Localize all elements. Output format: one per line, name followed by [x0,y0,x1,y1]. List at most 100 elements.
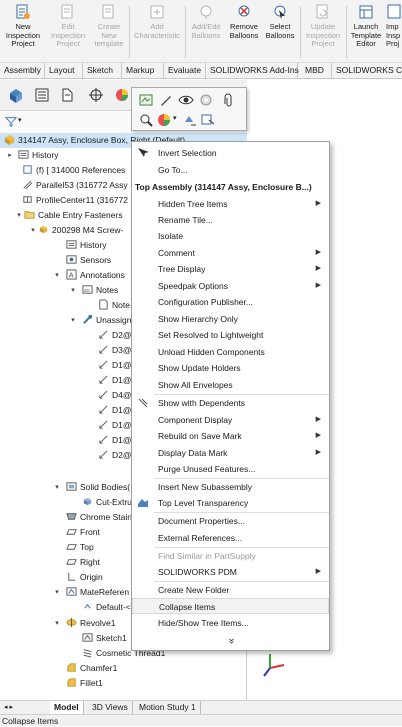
zoom-to-selection-icon[interactable] [138,112,154,128]
tree-item[interactable]: Cut-Extru [82,495,132,510]
menu-item-invert-selection[interactable]: Invert Selection [132,145,329,161]
tree-item[interactable]: D1@ [98,373,132,388]
menu-item-comment[interactable]: Comment ▶ [132,245,329,261]
menu-item-tree-display[interactable]: Tree Display ▶ [132,261,329,277]
expand-toggle[interactable]: ▾ [52,480,62,495]
show-hide-icon[interactable] [178,92,194,108]
menu-item-purge-unused-features[interactable]: Purge Unused Features... [132,461,329,477]
tree-item[interactable]: Chrome Stain [66,510,132,525]
tab-assembly[interactable]: Assembly [0,63,45,78]
expand-toggle[interactable]: ▾ [52,585,62,600]
menu-item-show-all-envelopes[interactable]: Show All Envelopes [132,377,329,393]
tab-sketch[interactable]: Sketch [83,63,122,78]
expand-toggle[interactable]: ▾ [52,268,62,283]
tree-item[interactable]: History [66,238,106,253]
menu-item-isolate[interactable]: Isolate [132,228,329,244]
tree-item[interactable]: 200298 M4 Screw- [38,223,123,238]
menu-item-create-new-folder[interactable]: Create New Folder [132,582,329,598]
menu-item-go-to[interactable]: Go To... [132,162,329,178]
menu-item-rebuild-on-save-mark[interactable]: Rebuild on Save Mark ▶ [132,428,329,444]
tree-item[interactable]: (f) [ 314000 References [22,163,125,178]
edit-inspection-project-button[interactable]: Edit Inspection Project [46,0,90,62]
tree-item[interactable]: Default-< [82,600,131,615]
filter-dropdown-icon[interactable]: ▾ [18,116,22,124]
tree-item[interactable]: 2D Notes [82,283,118,298]
configuration-manager-tab-icon[interactable] [58,85,78,105]
tree-item[interactable]: Solid Bodies( [66,480,130,495]
display-manager-tab-icon[interactable] [112,85,132,105]
tree-item[interactable]: D1@ [98,358,132,373]
remove-balloons-button[interactable]: Remove Balloons [226,0,262,62]
change-transparency-icon[interactable] [198,92,214,108]
tree-item[interactable]: Cable Entry Fasteners [24,208,123,223]
tab-scroll-arrows-icon[interactable]: ◂ ▸ [4,701,13,714]
menu-item-component-display[interactable]: Component Display ▶ [132,412,329,428]
menu-item-hidden-tree-items[interactable]: Hidden Tree Items ▶ [132,196,329,212]
appearance-icon[interactable] [156,112,172,128]
attachment-icon[interactable] [220,92,236,108]
menu-item-show-with-dependents[interactable]: Show with Dependents [132,395,329,411]
tab-motion-study[interactable]: Motion Study 1 [135,701,201,714]
add-characteristic-button[interactable]: Add Characteristic [130,0,184,62]
tab-model[interactable]: Model [50,701,84,714]
menu-item-display-data-mark[interactable]: Display Data Mark ▶ [132,445,329,461]
tree-item[interactable]: Unassign [82,313,131,328]
tree-item[interactable]: D3@ [98,343,132,358]
tab-markup[interactable]: Markup [122,63,164,78]
edit-component-icon[interactable] [158,92,174,108]
menu-item-show-hierarchy-only[interactable]: Show Hierarchy Only [132,311,329,327]
menu-item-show-update-holders[interactable]: Show Update Holders [132,360,329,376]
tree-item[interactable]: Sensors [66,253,111,268]
tree-item[interactable]: ProfileCenter11 (316772 [22,193,128,208]
expand-toggle[interactable]: ▾ [68,313,78,328]
tree-item[interactable]: Front [66,525,100,540]
tree-item[interactable]: A Annotations [66,268,125,283]
create-new-template-button[interactable]: Create New template [90,0,128,62]
property-manager-tab-icon[interactable] [32,85,52,105]
select-balloons-button[interactable]: Select Balloons [262,0,298,62]
menu-item-speedpak-options[interactable]: Speedpak Options ▶ [132,278,329,294]
menu-item-configuration-publisher[interactable]: Configuration Publisher... [132,294,329,310]
menu-item-rename-tile[interactable]: Rename Tile... [132,212,329,228]
tree-item[interactable]: D2@ [98,448,132,463]
expand-toggle[interactable]: ▾ [14,208,24,223]
feature-manager-tab-icon[interactable] [6,85,26,105]
tree-item[interactable]: History [18,148,58,163]
import-inspection-project-button[interactable]: Imp Insp Proj [386,0,402,62]
tab-layout[interactable]: Layout [45,63,83,78]
menu-item-insert-new-subassembly[interactable]: Insert New Subassembly [132,479,329,495]
menu-item-set-resolved-lightweight[interactable]: Set Resolved to Lightweight [132,327,329,343]
add-edit-balloons-button[interactable]: Add/Edit Balloons [186,0,226,62]
tree-item[interactable]: D4@ [98,388,132,403]
tab-solidworks-cam[interactable]: SOLIDWORKS CA [332,63,402,78]
appearance-dropdown-icon[interactable]: ▾ [173,114,177,122]
menu-item-solidworks-pdm[interactable]: SOLIDWORKS PDM ▶ [132,564,329,580]
tree-item[interactable]: Right [66,555,100,570]
menu-item-document-properties[interactable]: Document Properties... [132,513,329,529]
tree-item[interactable]: Note [98,298,130,313]
menu-item-find-similar-partsupply[interactable]: Find Similar in PartSupply [132,548,329,564]
launch-template-editor-button[interactable]: Launch Template Editor [347,0,385,62]
tree-item[interactable]: D1@ [98,403,132,418]
menu-item-top-level-transparency[interactable]: Top Level Transparency [132,495,329,511]
menu-item-hide-show-tree-items[interactable]: Hide/Show Tree Items... [132,615,329,631]
tree-item[interactable]: D1@ [98,433,132,448]
menu-item-collapse-items[interactable]: Collapse Items [132,598,329,614]
filter-icon[interactable] [5,116,17,128]
tree-item[interactable]: Fillet1 [66,676,103,691]
expand-toggle[interactable]: ▾ [28,223,38,238]
tree-item[interactable]: Revolve1 [66,616,115,631]
tab-evaluate[interactable]: Evaluate [164,63,206,78]
new-inspection-project-button[interactable]: New Inspection Project [0,0,46,62]
tree-item[interactable]: D1@ [98,418,132,433]
tab-solidworks-addins[interactable]: SOLIDWORKS Add-Ins [206,63,299,78]
expand-toggle[interactable]: ▾ [52,616,62,631]
expand-toggle[interactable]: ▸ [5,148,15,163]
expand-toggle[interactable]: ▾ [68,283,78,298]
tree-item[interactable]: D2@ [98,328,132,343]
update-inspection-project-button[interactable]: Update Inspection Project [301,0,345,62]
tree-item[interactable]: Top [66,540,94,555]
open-component-icon[interactable] [138,92,154,108]
tree-item[interactable]: Origin [66,570,103,585]
rebuild-icon[interactable] [200,112,216,128]
